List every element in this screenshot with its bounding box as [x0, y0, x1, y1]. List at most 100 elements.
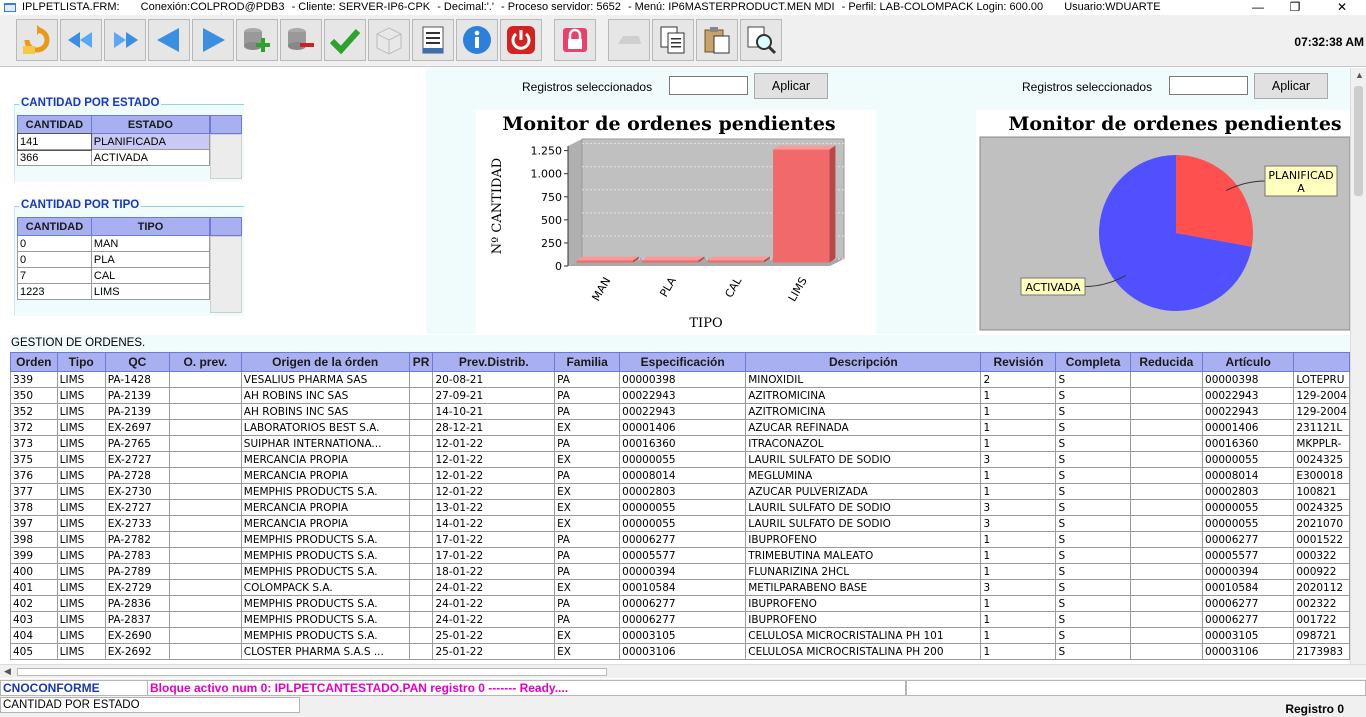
- refresh-button[interactable]: [16, 19, 58, 61]
- grid-cell[interactable]: CLOSTER PHARMA S.A.S ...: [240, 643, 410, 660]
- grid-column-header[interactable]: Prev.Distrib.: [432, 352, 556, 372]
- tipo-cantidad-cell[interactable]: 0: [17, 251, 92, 268]
- grid-cell[interactable]: 12-01-22: [432, 451, 556, 468]
- grid-cell[interactable]: LIMS: [56, 451, 106, 468]
- grid-cell[interactable]: 00022943: [619, 403, 747, 420]
- grid-cell[interactable]: [408, 627, 434, 644]
- grid-cell[interactable]: 1: [980, 627, 1057, 644]
- grid-cell[interactable]: 18-01-22: [432, 563, 556, 580]
- grid-cell[interactable]: 00006277: [619, 531, 747, 548]
- exit-button[interactable]: [500, 19, 542, 61]
- scroll-up-icon[interactable]: ▲: [1355, 70, 1364, 80]
- report-button[interactable]: [412, 19, 454, 61]
- grid-cell[interactable]: AZITROMICINA: [745, 403, 982, 420]
- grid-cell[interactable]: 1: [980, 595, 1057, 612]
- vertical-scroll-thumb[interactable]: [1354, 86, 1363, 196]
- grid-cell[interactable]: 3: [980, 579, 1057, 596]
- grid-cell[interactable]: 1: [980, 419, 1057, 436]
- grid-cell[interactable]: AZUCAR PULVERIZADA: [745, 483, 982, 500]
- grid-cell[interactable]: EX: [554, 643, 621, 660]
- grid-cell[interactable]: E300018: [1293, 467, 1350, 484]
- grid-cell[interactable]: [1129, 595, 1204, 612]
- table-row[interactable]: 366 ACTIVADA: [17, 149, 211, 166]
- grid-cell[interactable]: [1129, 515, 1204, 532]
- grid-cell[interactable]: LIMS: [56, 611, 106, 628]
- grid-cell[interactable]: LIMS: [56, 371, 106, 388]
- grid-cell[interactable]: LAURIL SULFATO DE SODIO: [745, 451, 982, 468]
- table-row[interactable]: 378 LIMS EX-2727 MERCANCIA PROPIA 13-01-22 EX…: [10, 499, 1350, 516]
- grid-cell[interactable]: [168, 371, 242, 388]
- grid-cell[interactable]: 405: [10, 643, 58, 660]
- search-button[interactable]: [740, 19, 782, 61]
- grid-cell[interactable]: [408, 515, 434, 532]
- grid-cell[interactable]: 397: [10, 515, 58, 532]
- lock-button[interactable]: [554, 19, 596, 61]
- grid-cell[interactable]: LIMS: [56, 403, 106, 420]
- grid-cell[interactable]: 00006277: [1202, 611, 1295, 628]
- grid-cell[interactable]: 1: [980, 467, 1057, 484]
- grid-cell[interactable]: [168, 563, 242, 580]
- grid-cell[interactable]: [168, 403, 242, 420]
- grid-cell[interactable]: S: [1055, 403, 1131, 420]
- table-row[interactable]: 350 LIMS PA-2139 AH ROBINS INC SAS 27-09-21 P…: [10, 387, 1350, 404]
- tipo-col-cantidad[interactable]: CANTIDAD: [17, 217, 92, 236]
- grid-column-header[interactable]: Tipo: [56, 352, 106, 372]
- grid-cell[interactable]: 001722: [1293, 611, 1350, 628]
- grid-cell[interactable]: [408, 563, 434, 580]
- grid-cell[interactable]: S: [1055, 483, 1131, 500]
- tipo-name-cell[interactable]: PLA: [90, 251, 211, 268]
- estado-col-cantidad[interactable]: CANTIDAD: [17, 115, 92, 134]
- grid-cell[interactable]: 402: [10, 595, 58, 612]
- grid-cell[interactable]: 12-01-22: [432, 467, 556, 484]
- copy-button[interactable]: [652, 19, 694, 61]
- horizontal-scrollbar[interactable]: ◀: [0, 664, 1366, 678]
- grid-cell[interactable]: LIMS: [56, 643, 106, 660]
- grid-cell[interactable]: PA: [554, 371, 621, 388]
- grid-cell[interactable]: [1129, 371, 1204, 388]
- grid-cell[interactable]: EX-2730: [104, 483, 170, 500]
- estado-table[interactable]: CANTIDAD ESTADO 141 PLANIFICADA 366 ACTIVA…: [16, 115, 211, 166]
- grid-cell[interactable]: FLUNARIZINA 2HCL: [745, 563, 982, 580]
- table-row[interactable]: 1223 LIMS: [17, 283, 211, 300]
- close-button[interactable]: ✕: [1330, 0, 1354, 15]
- info-button[interactable]: [456, 19, 498, 61]
- disabled-button[interactable]: [608, 19, 650, 61]
- grid-cell[interactable]: S: [1055, 627, 1131, 644]
- grid-cell[interactable]: S: [1055, 531, 1131, 548]
- grid-cell[interactable]: S: [1055, 499, 1131, 516]
- grid-cell[interactable]: 339: [10, 371, 58, 388]
- table-row[interactable]: 0 MAN: [17, 235, 211, 252]
- grid-column-header[interactable]: QC: [104, 352, 170, 372]
- grid-cell[interactable]: LIMS: [56, 627, 106, 644]
- grid-cell[interactable]: 13-01-22: [432, 499, 556, 516]
- tipo-table[interactable]: CANTIDAD TIPO 0 MAN 0 PLA 7 CAL 1223 LIMS: [17, 217, 211, 300]
- table-row[interactable]: 403 LIMS PA-2837 MEMPHIS PRODUCTS S.A. 24-01…: [10, 611, 1350, 628]
- grid-cell[interactable]: EX-2727: [104, 451, 170, 468]
- grid-cell[interactable]: PA: [554, 435, 621, 452]
- grid-cell[interactable]: [1129, 451, 1204, 468]
- grid-cell[interactable]: 17-01-22: [432, 547, 556, 564]
- grid-cell[interactable]: 14-10-21: [432, 403, 556, 420]
- grid-cell[interactable]: 00000055: [1202, 451, 1295, 468]
- grid-cell[interactable]: [408, 371, 434, 388]
- grid-cell[interactable]: 000322: [1293, 547, 1350, 564]
- grid-cell[interactable]: LIMS: [56, 531, 106, 548]
- grid-cell[interactable]: 28-12-21: [432, 419, 556, 436]
- grid-cell[interactable]: PA-2139: [104, 403, 170, 420]
- grid-cell[interactable]: S: [1055, 387, 1131, 404]
- grid-cell[interactable]: SUIPHAR INTERNATIONA...: [240, 435, 410, 452]
- grid-cell[interactable]: PA: [554, 595, 621, 612]
- grid-cell[interactable]: PA: [554, 563, 621, 580]
- grid-cell[interactable]: LIMS: [56, 499, 106, 516]
- grid-cell[interactable]: PA-2728: [104, 467, 170, 484]
- grid-cell[interactable]: 00003105: [1202, 627, 1295, 644]
- grid-cell[interactable]: [168, 627, 242, 644]
- grid-cell[interactable]: EX: [554, 515, 621, 532]
- grid-cell[interactable]: 00008014: [619, 467, 747, 484]
- horizontal-scroll-thumb[interactable]: [17, 668, 607, 676]
- grid-cell[interactable]: COLOMPACK S.A.: [240, 579, 410, 596]
- grid-cell[interactable]: [168, 579, 242, 596]
- grid-cell[interactable]: TRIMEBUTINA MALEATO: [745, 547, 982, 564]
- grid-cell[interactable]: [1129, 579, 1204, 596]
- grid-cell[interactable]: MEMPHIS PRODUCTS S.A.: [240, 595, 410, 612]
